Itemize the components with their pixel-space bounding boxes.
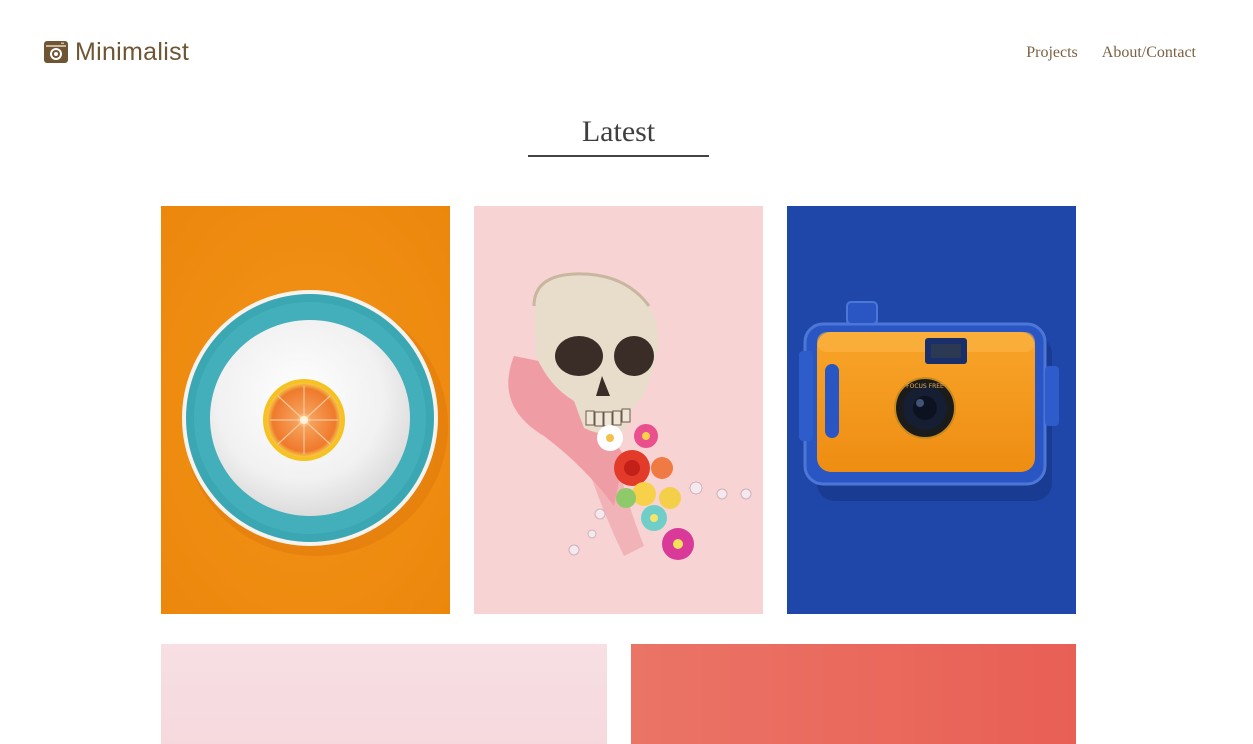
gallery-item-skull-flowers[interactable] (474, 206, 763, 614)
lens-label: FOCUS FREE (906, 383, 944, 390)
nav-link-projects[interactable]: Projects (1026, 43, 1078, 63)
main-nav: Projects About/Contact (1026, 43, 1196, 63)
site-header: Minimalist Projects About/Contact (0, 0, 1253, 100)
brand-name: Minimalist (75, 38, 190, 66)
gallery-item-coral[interactable] (631, 644, 1076, 744)
orange-camera-image: FOCUS FREE (787, 206, 1076, 614)
gallery-item-grapefruit-plate[interactable] (161, 206, 450, 614)
skull-flowers-image (474, 206, 763, 614)
nav-link-about-contact[interactable]: About/Contact (1102, 43, 1196, 63)
gallery-item-orange-camera[interactable]: FOCUS FREE (787, 206, 1076, 614)
brand-link[interactable]: Minimalist (44, 37, 189, 67)
section-title: Latest (528, 113, 709, 157)
grapefruit-plate-image (161, 206, 450, 614)
camera-icon (44, 40, 68, 64)
gallery-item-light-pink[interactable] (161, 644, 607, 744)
